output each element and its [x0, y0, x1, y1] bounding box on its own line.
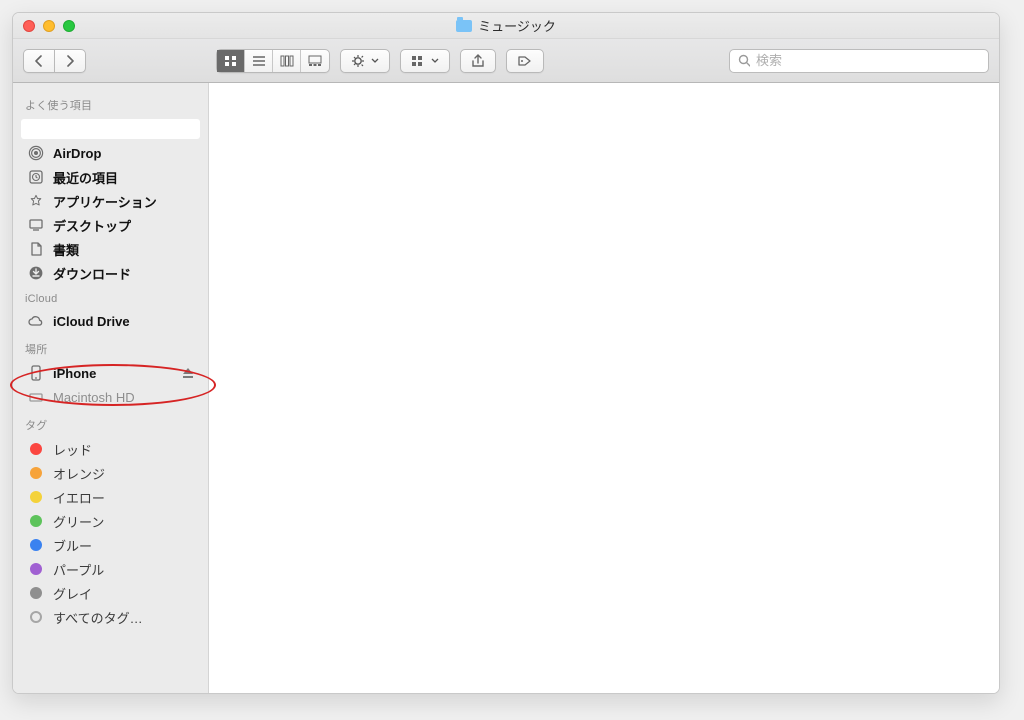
download-icon [27, 264, 45, 282]
gear-icon [351, 54, 367, 68]
folder-icon [456, 20, 472, 32]
chevron-down-icon [371, 58, 379, 64]
sidebar-tag-red[interactable]: レッド [13, 437, 208, 461]
sidebar-item-label: iCloud Drive [53, 314, 130, 329]
tag-color-icon [27, 464, 45, 482]
tag-color-icon [27, 488, 45, 506]
toolbar [13, 39, 999, 83]
eject-icon [182, 367, 194, 379]
sidebar-tag-blue[interactable]: ブルー [13, 533, 208, 557]
sidebar-item-blank[interactable] [21, 119, 200, 139]
sidebar-item-label: アプリケーション [53, 192, 157, 211]
titlebar[interactable]: ミュージック [13, 13, 999, 39]
favorites-header: よく使う項目 [13, 89, 208, 117]
sidebar-item-label: 書類 [53, 240, 79, 259]
tag-color-icon [27, 512, 45, 530]
desktop-icon [27, 216, 45, 234]
view-gallery-button[interactable] [301, 50, 329, 72]
sidebar-item-iphone[interactable]: iPhone [13, 361, 208, 385]
minimize-window-button[interactable] [43, 20, 55, 32]
zoom-window-button[interactable] [63, 20, 75, 32]
view-list-button[interactable] [245, 50, 273, 72]
search-field[interactable] [729, 49, 989, 73]
sidebar-item-icloud-drive[interactable]: iCloud Drive [13, 309, 208, 333]
sidebar-item-label: オレンジ [53, 464, 105, 483]
share-button[interactable] [460, 49, 496, 73]
sidebar-tag-yellow[interactable]: イエロー [13, 485, 208, 509]
iphone-icon [27, 364, 45, 382]
tag-icon [517, 55, 533, 67]
sidebar-item-documents[interactable]: 書類 [13, 237, 208, 261]
view-column-button[interactable] [273, 50, 301, 72]
list-icon [252, 55, 266, 67]
sidebar-item-airdrop[interactable]: AirDrop [13, 141, 208, 165]
forward-button[interactable] [54, 49, 86, 73]
group-icon [411, 55, 427, 67]
clock-icon [27, 168, 45, 186]
locations-header: 場所 [13, 333, 208, 361]
sidebar-item-recents[interactable]: 最近の項目 [13, 165, 208, 189]
columns-icon [280, 55, 294, 67]
tag-color-icon [27, 536, 45, 554]
sidebar-tag-green[interactable]: グリーン [13, 509, 208, 533]
sidebar-item-label: ダウンロード [53, 264, 131, 283]
nav-buttons [23, 49, 86, 73]
view-icon-button[interactable] [217, 50, 245, 72]
view-mode-segmented[interactable] [216, 49, 330, 73]
applications-icon [27, 192, 45, 210]
sidebar-item-label: パープル [53, 560, 104, 579]
window-title: ミュージック [13, 16, 999, 35]
sidebar-item-macintosh-hd[interactable]: Macintosh HD [13, 385, 208, 409]
close-window-button[interactable] [23, 20, 35, 32]
tag-color-icon [27, 440, 45, 458]
sidebar-item-label: イエロー [53, 488, 105, 507]
tag-color-icon [27, 560, 45, 578]
icloud-header: iCloud [13, 285, 208, 309]
document-icon [27, 240, 45, 258]
back-button[interactable] [23, 49, 54, 73]
sidebar-tag-purple[interactable]: パープル [13, 557, 208, 581]
sidebar-item-label: Macintosh HD [53, 390, 135, 405]
sidebar-item-label: すべてのタグ… [53, 608, 143, 627]
window-controls [13, 20, 75, 32]
tags-button[interactable] [506, 49, 544, 73]
cloud-icon [27, 312, 45, 330]
sidebar-item-label: レッド [53, 440, 92, 459]
sidebar-item-downloads[interactable]: ダウンロード [13, 261, 208, 285]
finder-window: ミュージック [12, 12, 1000, 694]
search-input[interactable] [756, 53, 980, 68]
action-menu-button[interactable] [340, 49, 390, 73]
group-menu-button[interactable] [400, 49, 450, 73]
sidebar-item-label: AirDrop [53, 146, 101, 161]
sidebar-tag-gray[interactable]: グレイ [13, 581, 208, 605]
sidebar-item-label: 最近の項目 [53, 168, 118, 187]
search-icon [738, 54, 750, 67]
tag-color-icon [27, 584, 45, 602]
sidebar-item-label: iPhone [53, 366, 96, 381]
share-icon [471, 54, 485, 68]
sidebar: よく使う項目 AirDrop 最近の項目 アプリケーション [13, 83, 209, 693]
sidebar-all-tags[interactable]: すべてのタグ… [13, 605, 208, 629]
gallery-icon [308, 55, 322, 67]
tag-all-icon [27, 608, 45, 626]
sidebar-item-applications[interactable]: アプリケーション [13, 189, 208, 213]
hard-drive-icon [27, 388, 45, 406]
eject-button[interactable] [182, 367, 194, 379]
chevron-down-icon [431, 58, 439, 64]
grid-icon [224, 55, 238, 67]
sidebar-tag-orange[interactable]: オレンジ [13, 461, 208, 485]
sidebar-item-label: グリーン [53, 512, 104, 531]
chevron-left-icon [34, 55, 44, 67]
sidebar-item-label: ブルー [53, 536, 92, 555]
sidebar-item-label: グレイ [53, 584, 92, 603]
sidebar-item-label: デスクトップ [53, 216, 131, 235]
chevron-right-icon [65, 55, 75, 67]
window-title-text: ミュージック [478, 16, 556, 35]
sidebar-item-desktop[interactable]: デスクトップ [13, 213, 208, 237]
airdrop-icon [27, 144, 45, 162]
content-area[interactable] [209, 83, 999, 693]
tags-header: タグ [13, 409, 208, 437]
